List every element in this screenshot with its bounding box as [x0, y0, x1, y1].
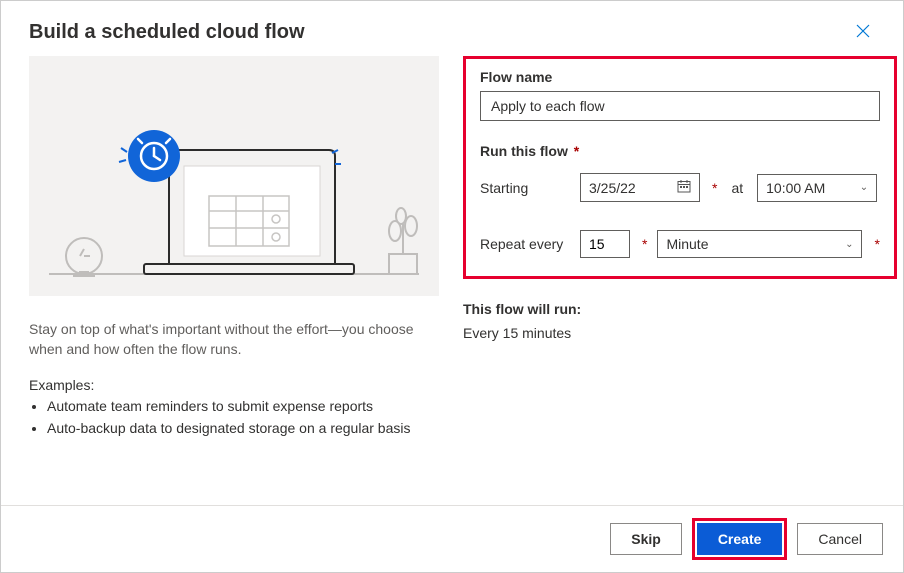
- repeat-interval-input[interactable]: [580, 230, 630, 258]
- left-column: Stay on top of what's important without …: [29, 56, 439, 505]
- chevron-down-icon: ⌄: [845, 239, 853, 250]
- scheduled-flow-dialog: Build a scheduled cloud flow: [0, 0, 904, 573]
- example-item: Automate team reminders to submit expens…: [47, 397, 439, 417]
- starting-label: Starting: [480, 180, 570, 196]
- close-icon[interactable]: [851, 19, 875, 46]
- dialog-footer: Skip Create Cancel: [1, 505, 903, 572]
- chevron-down-icon: ⌄: [860, 182, 868, 193]
- flow-name-input[interactable]: [480, 91, 880, 121]
- examples-label: Examples:: [29, 377, 439, 393]
- create-button-highlight: Create: [692, 518, 788, 560]
- summary-text: Every 15 minutes: [463, 325, 897, 341]
- repeat-unit-value: Minute: [666, 236, 708, 252]
- required-marker: *: [712, 180, 717, 196]
- dialog-title: Build a scheduled cloud flow: [29, 21, 305, 44]
- example-item: Auto-backup data to designated storage o…: [47, 419, 439, 439]
- cancel-button[interactable]: Cancel: [797, 523, 883, 555]
- examples-list: Automate team reminders to submit expens…: [47, 397, 439, 438]
- illustration: [29, 56, 439, 296]
- start-time-value: 10:00 AM: [766, 180, 825, 196]
- run-this-flow-label: Run this flow *: [480, 143, 880, 159]
- required-marker: *: [874, 236, 879, 252]
- right-column: Flow name Run this flow * Starting 3/25/…: [463, 56, 897, 505]
- create-button[interactable]: Create: [697, 523, 783, 555]
- skip-button[interactable]: Skip: [610, 523, 682, 555]
- flow-name-label: Flow name: [480, 69, 880, 85]
- required-marker: *: [642, 236, 647, 252]
- at-label: at: [731, 180, 743, 196]
- description-text: Stay on top of what's important without …: [29, 320, 439, 359]
- repeat-unit-select[interactable]: Minute ⌄: [657, 230, 862, 258]
- start-time-select[interactable]: 10:00 AM ⌄: [757, 174, 877, 202]
- highlighted-config-area: Flow name Run this flow * Starting 3/25/…: [463, 56, 897, 279]
- summary-heading: This flow will run:: [463, 301, 897, 317]
- start-date-input[interactable]: 3/25/22: [580, 173, 700, 202]
- calendar-icon: [677, 179, 691, 196]
- dialog-header: Build a scheduled cloud flow: [1, 1, 903, 56]
- start-date-value: 3/25/22: [589, 180, 636, 196]
- repeat-every-label: Repeat every: [480, 236, 570, 252]
